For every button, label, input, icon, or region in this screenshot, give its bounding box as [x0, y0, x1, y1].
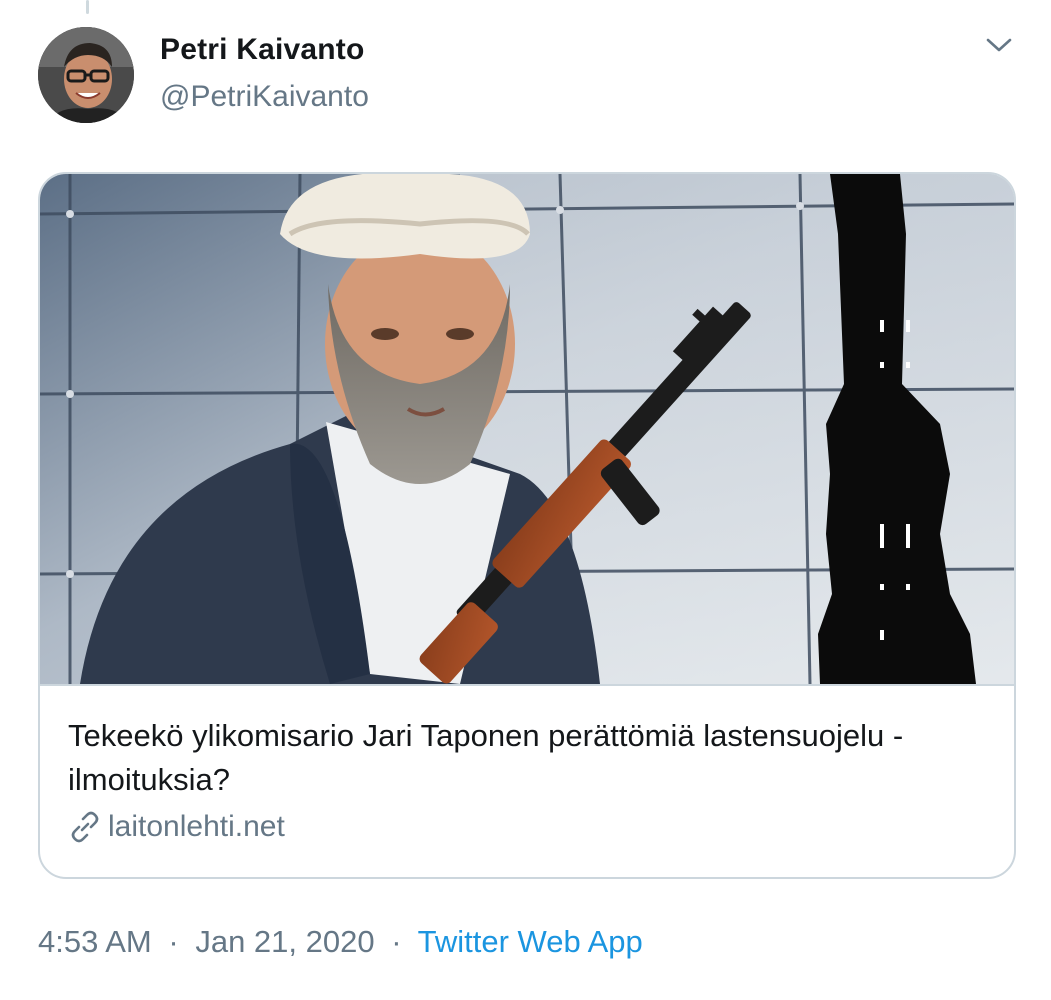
chevron-down-icon [986, 38, 1012, 52]
meta-separator: · [391, 924, 402, 959]
avatar[interactable] [38, 27, 134, 123]
avatar-image [38, 27, 134, 123]
meta-separator: · [168, 924, 179, 959]
author-handle[interactable]: @PetriKaivanto [160, 80, 369, 114]
tweet-time[interactable]: 4:53 AM [38, 924, 152, 959]
tweet-date[interactable]: Jan 21, 2020 [195, 924, 374, 959]
tweet-source-link[interactable]: Twitter Web App [418, 924, 643, 959]
link-preview-card[interactable]: Tekeekö ylikomisario Jari Taponen perätt… [38, 172, 1016, 879]
tweet-meta: 4:53 AM · Jan 21, 2020 · Twitter Web App [38, 924, 643, 960]
thread-connector-line [86, 0, 89, 14]
card-domain: laitonlehti.net [108, 810, 285, 843]
tweet-menu-button[interactable] [982, 30, 1016, 60]
card-domain-link[interactable]: laitonlehti.net [68, 810, 285, 844]
link-icon [71, 811, 99, 843]
card-title[interactable]: Tekeekö ylikomisario Jari Taponen perätt… [68, 714, 978, 802]
author-name[interactable]: Petri Kaivanto [160, 33, 365, 67]
card-image [40, 174, 1014, 686]
